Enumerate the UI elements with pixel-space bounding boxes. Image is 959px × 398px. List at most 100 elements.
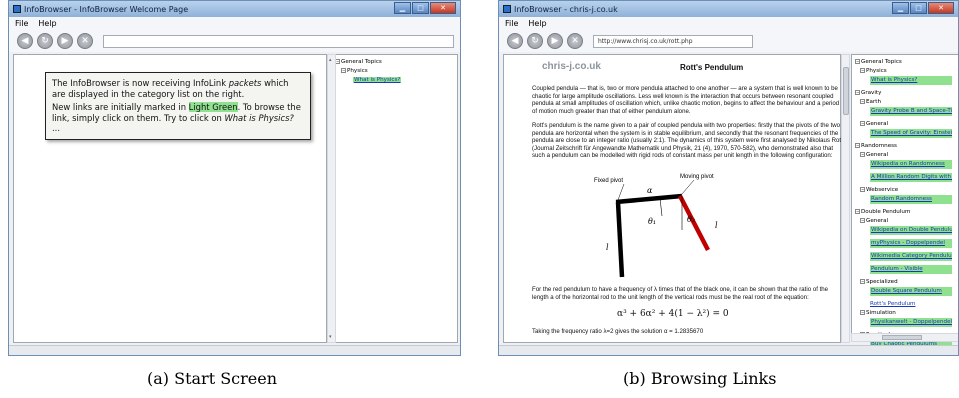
tree-link-label[interactable]: Wikipedia on Double Pendulum xyxy=(870,226,952,235)
reference-line xyxy=(659,197,663,217)
forward-icon[interactable]: ▶ xyxy=(547,33,563,49)
category-pane: − General Topics − Physics What is Physics? −… xyxy=(851,54,958,355)
tree-category[interactable]: − Specialized xyxy=(855,278,957,287)
tree-link[interactable]: myPhysics - Doppelpendel xyxy=(855,239,957,252)
collapse-icon[interactable]: − xyxy=(860,187,865,192)
minimize-button[interactable]: ▁ xyxy=(892,2,909,14)
tree-root[interactable]: − General Topics xyxy=(335,58,455,67)
link-what-is-physics[interactable]: What is Physics? xyxy=(353,77,402,83)
tree-link[interactable]: Random Randomness xyxy=(855,195,957,208)
tree-link-label[interactable]: Physikanwelt - Doppelpendel xyxy=(870,318,952,327)
tree-root[interactable]: − Gravity xyxy=(855,89,957,98)
content-scrollbar[interactable] xyxy=(841,54,850,343)
collapse-icon[interactable]: − xyxy=(860,279,865,284)
content-scrollbar[interactable]: ▴ ▾ xyxy=(327,54,336,343)
tree-link-label[interactable]: Wikimedia Category Pendulums xyxy=(870,252,952,261)
scroll-thumb[interactable] xyxy=(843,67,849,115)
tree-category[interactable]: − Webservice xyxy=(855,186,957,195)
fixed-pivot-label: Fixed pivot xyxy=(594,178,623,184)
maximize-button[interactable]: □ xyxy=(412,2,429,14)
back-icon[interactable]: ◀ xyxy=(507,33,523,49)
tree-link-label[interactable]: Wikipedia on Randomness xyxy=(870,160,952,169)
length-label-right: l xyxy=(715,221,718,230)
tree-link[interactable]: Physikanwelt - Doppelpendel xyxy=(855,318,957,331)
stop-icon[interactable]: ✕ xyxy=(567,33,583,49)
tree-link-label[interactable]: myPhysics - Doppelpendel xyxy=(870,239,952,248)
browsing-window: InfoBrowser - chris-j.co.uk ▁ □ ✕ File H… xyxy=(498,0,959,356)
collapse-icon[interactable]: − xyxy=(860,152,865,157)
tree-category[interactable]: − Simulation xyxy=(855,309,957,318)
address-bar[interactable]: http://www.chrisj.co.uk/rott.php xyxy=(593,34,753,48)
black-pendulum xyxy=(615,201,625,278)
collapse-icon[interactable]: − xyxy=(855,209,860,214)
tree-link[interactable]: What is Physics? xyxy=(855,76,957,89)
tree-link-label[interactable]: Random Randomness xyxy=(870,195,952,204)
paragraph-1: Coupled pendula — that is, two or more p… xyxy=(532,85,840,115)
forward-icon[interactable]: ▶ xyxy=(57,33,73,49)
tree-hscrollbar[interactable] xyxy=(851,333,958,342)
collapse-icon[interactable]: − xyxy=(855,143,860,148)
tree-link-label[interactable]: Double Square Pendulum xyxy=(870,287,952,296)
tree-link-label[interactable]: Rott's Pendulum xyxy=(870,301,915,307)
collapse-icon[interactable]: − xyxy=(860,218,865,223)
scroll-up-icon[interactable]: ▴ xyxy=(329,57,332,63)
tree-node-label: Simulation xyxy=(866,310,896,316)
tree-root[interactable]: − Randomness xyxy=(855,142,957,151)
menu-help[interactable]: Help xyxy=(528,19,546,28)
scroll-down-icon[interactable]: ▾ xyxy=(329,334,332,340)
title-bar: InfoBrowser - chris-j.co.uk ▁ □ ✕ xyxy=(499,1,958,17)
tree-link[interactable]: What is Physics? xyxy=(335,76,455,85)
tree-link[interactable]: A Million Random Digits with 100,000 xyxy=(855,173,957,186)
tree-root[interactable]: − General Topics xyxy=(855,58,957,67)
tree-link-label[interactable]: Pendulum - Visible xyxy=(870,265,952,274)
theta1-label: θ₁ xyxy=(648,217,656,226)
tree-link[interactable]: Double Square Pendulum xyxy=(855,287,957,300)
tree-link-label[interactable]: What is Physics? xyxy=(870,76,952,85)
tree-category[interactable]: − Physics xyxy=(855,67,957,76)
tree-category[interactable]: − Earth xyxy=(855,98,957,107)
collapse-icon[interactable]: − xyxy=(855,59,860,64)
tree-link[interactable]: The Speed of Gravity: Einstein Was R xyxy=(855,129,957,142)
tree-link[interactable]: Wikimedia Category Pendulums xyxy=(855,252,957,265)
menu-help[interactable]: Help xyxy=(38,19,56,28)
tree-link-label[interactable]: The Speed of Gravity: Einstein Was R xyxy=(870,129,952,138)
status-bar xyxy=(9,345,460,355)
tree-category[interactable]: − Physics xyxy=(335,67,455,76)
tree-link-label[interactable]: A Million Random Digits with 100,000 xyxy=(870,173,952,182)
tree-category[interactable]: − General xyxy=(855,217,957,226)
tree-root[interactable]: − Double Pendulum xyxy=(855,208,957,217)
tree-link[interactable]: Rott's Pendulum xyxy=(855,300,957,309)
collapse-icon[interactable]: − xyxy=(855,90,860,95)
minimize-button[interactable]: ▁ xyxy=(394,2,411,14)
close-button[interactable]: ✕ xyxy=(928,2,954,14)
tree-link[interactable]: Pendulum - Visible xyxy=(855,265,957,278)
menu-file[interactable]: File xyxy=(15,19,28,28)
stop-icon[interactable]: ✕ xyxy=(77,33,93,49)
collapse-icon[interactable]: − xyxy=(860,68,865,73)
paragraph-4: Taking the frequency ratio λ=2 gives the… xyxy=(532,328,704,335)
collapse-icon[interactable]: − xyxy=(860,121,865,126)
address-bar[interactable] xyxy=(103,34,454,48)
maximize-button[interactable]: □ xyxy=(910,2,927,14)
hscroll-thumb[interactable] xyxy=(882,335,922,340)
refresh-icon[interactable]: ↻ xyxy=(527,33,543,49)
tree-node-label: General xyxy=(866,152,889,158)
close-button[interactable]: ✕ xyxy=(430,2,456,14)
collapse-icon[interactable]: − xyxy=(860,310,865,315)
collapse-icon[interactable]: − xyxy=(860,99,865,104)
nav-toolbar: ◀ ↻ ▶ ✕ http://www.chrisj.co.uk/rott.php xyxy=(499,30,958,52)
tree-category[interactable]: − General xyxy=(855,151,957,160)
caption-a: (a) Start Screen xyxy=(147,369,278,388)
refresh-icon[interactable]: ↻ xyxy=(37,33,53,49)
collapse-icon[interactable]: − xyxy=(341,68,346,73)
tree-link[interactable]: Gravity Probe B and Space-Time xyxy=(855,107,957,120)
tree-category[interactable]: − General xyxy=(855,120,957,129)
category-tree: − General Topics − Physics What is Physics… xyxy=(332,55,457,85)
alpha-label: α xyxy=(647,186,653,195)
tree-link[interactable]: Wikipedia on Double Pendulum xyxy=(855,226,957,239)
tree-link[interactable]: Wikipedia on Randomness xyxy=(855,160,957,173)
tree-link-label[interactable]: Gravity Probe B and Space-Time xyxy=(870,107,952,116)
back-icon[interactable]: ◀ xyxy=(17,33,33,49)
menu-file[interactable]: File xyxy=(505,19,518,28)
highlight-sample: Light Green xyxy=(188,102,238,112)
